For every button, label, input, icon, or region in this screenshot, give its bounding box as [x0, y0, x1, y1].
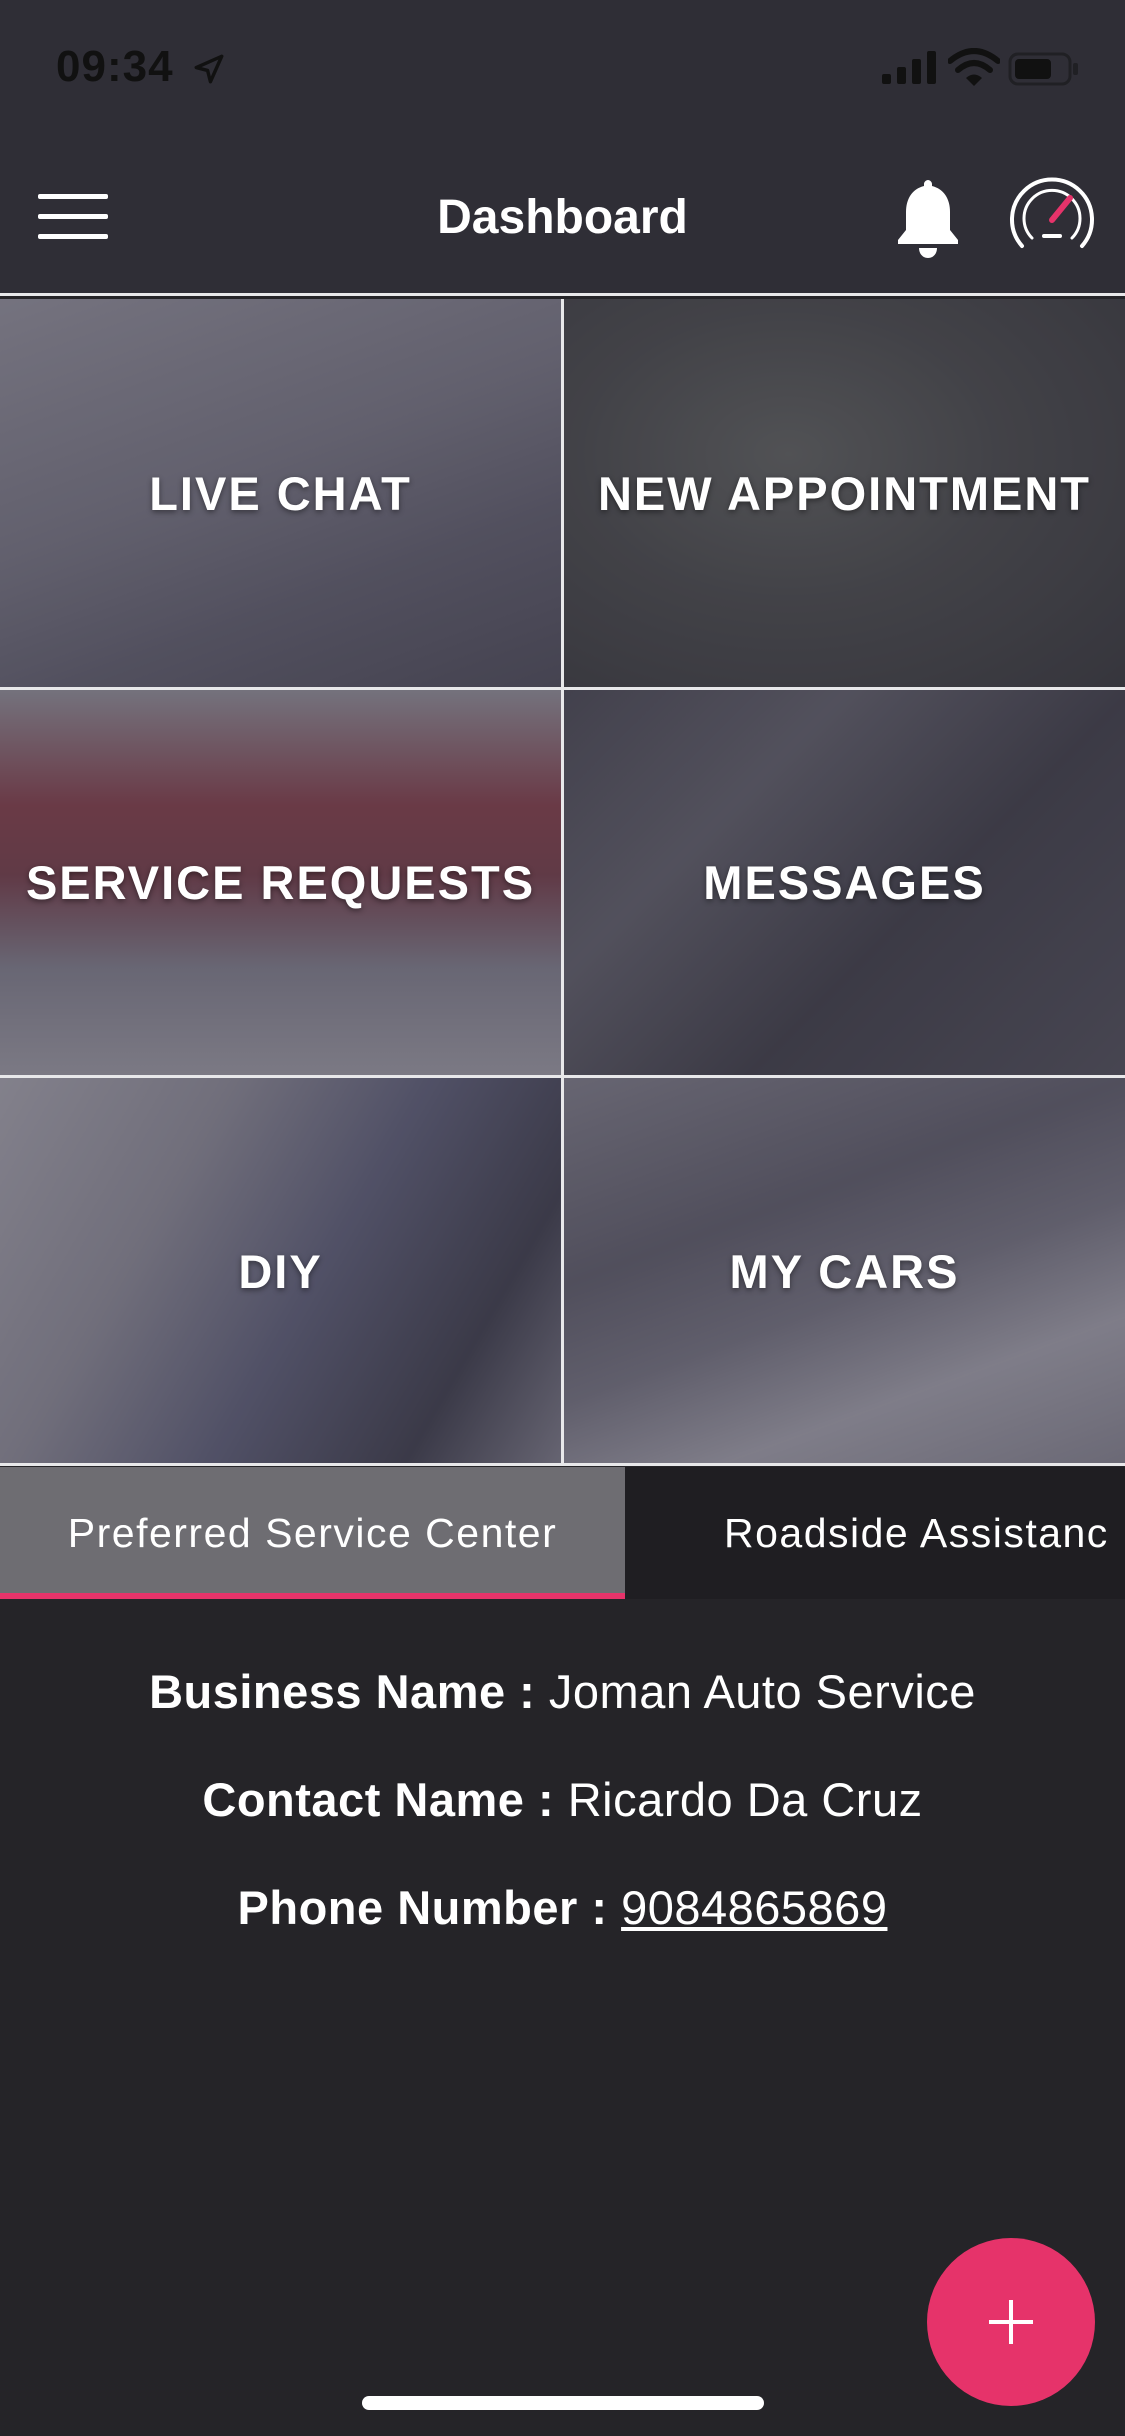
tile-divider — [0, 1075, 1125, 1078]
tab-roadside-assistance[interactable]: Roadside Assistanc — [724, 1467, 1109, 1599]
tile-label: MESSAGES — [703, 856, 986, 909]
tile-new-appointment[interactable]: NEW APPOINTMENT — [564, 299, 1125, 687]
tile-my-cars[interactable]: MY CARS — [564, 1078, 1125, 1465]
location-arrow-icon — [194, 54, 224, 84]
tab-label: Roadside Assistanc — [724, 1509, 1109, 1556]
tile-label: SERVICE REQUESTS — [25, 856, 536, 909]
tile-diy[interactable]: DIY — [0, 1078, 561, 1465]
contact-name-label: Contact Name : — [202, 1773, 555, 1826]
tab-preferred-service-center[interactable]: Preferred Service Center — [0, 1467, 625, 1599]
phone-number-link[interactable]: 9084865869 — [621, 1881, 887, 1934]
tile-label: MY CARS — [729, 1245, 960, 1298]
home-indicator — [362, 2396, 764, 2410]
tile-live-chat[interactable]: LIVE CHAT — [0, 299, 561, 687]
active-tab-indicator — [0, 1593, 625, 1599]
phone-number-label: Phone Number : — [237, 1881, 608, 1934]
nav-bar: Dashboard — [0, 140, 1125, 296]
add-button[interactable] — [927, 2238, 1095, 2406]
tab-strip: Preferred Service Center Roadside Assist… — [0, 1467, 1125, 1599]
notifications-button[interactable] — [892, 176, 964, 260]
tile-service-requests[interactable]: SERVICE REQUESTS — [0, 690, 561, 1075]
status-time: 09:34 — [56, 42, 174, 91]
business-name-label: Business Name : — [149, 1665, 536, 1718]
business-name-value: Joman Auto Service — [548, 1665, 976, 1718]
tab-label: Preferred Service Center — [67, 1509, 558, 1556]
bell-icon — [898, 180, 958, 258]
tile-divider — [0, 687, 1125, 690]
tile-divider — [561, 299, 564, 1465]
business-name-row: Business Name : Joman Auto Service — [0, 1664, 1125, 1719]
tile-messages[interactable]: MESSAGES — [564, 690, 1125, 1075]
plus-icon — [989, 2300, 1033, 2344]
contact-name-row: Contact Name : Ricardo Da Cruz — [0, 1772, 1125, 1827]
battery-icon — [1008, 52, 1078, 86]
speedometer-icon — [1010, 177, 1094, 248]
status-bar: 09:34 — [0, 0, 1125, 140]
tile-label: DIY — [238, 1245, 323, 1298]
speedometer-button[interactable] — [1004, 168, 1100, 264]
phone-number-row: Phone Number : 9084865869 — [0, 1880, 1125, 1935]
wifi-icon — [948, 48, 1000, 86]
tile-divider — [0, 1463, 1125, 1466]
cellular-signal-icon — [882, 51, 936, 84]
contact-name-value: Ricardo Da Cruz — [567, 1773, 923, 1826]
tile-label: LIVE CHAT — [149, 466, 412, 520]
tile-label: NEW APPOINTMENT — [597, 466, 1092, 520]
